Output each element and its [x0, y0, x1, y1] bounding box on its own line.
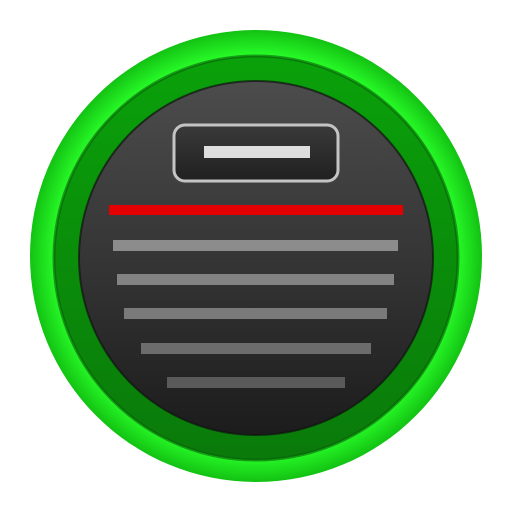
document-scanner-app-icon: [30, 30, 482, 482]
text-line: [124, 308, 387, 319]
badge-icon: [172, 123, 340, 183]
text-line: [167, 377, 345, 388]
scan-line: [109, 205, 403, 215]
badge-bar: [204, 146, 310, 158]
text-line: [141, 343, 371, 354]
text-line: [113, 240, 398, 251]
text-line: [117, 274, 394, 285]
